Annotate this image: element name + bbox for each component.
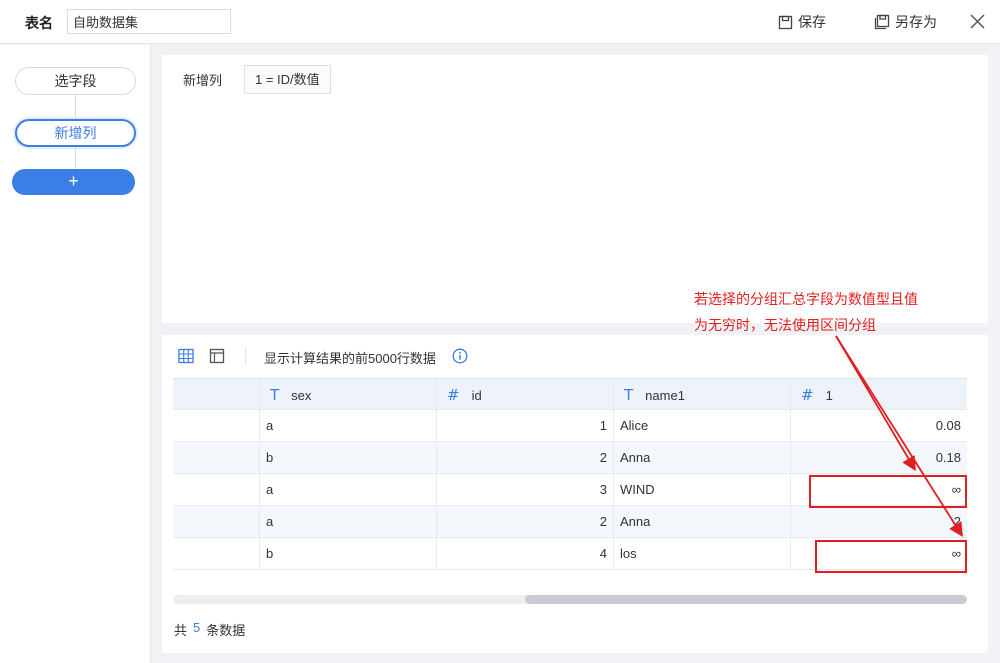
table-cell: Anna: [614, 506, 791, 538]
steps-sidebar: 选字段 新增列 +: [0, 45, 151, 663]
highlight-box: [809, 475, 967, 508]
number-type-icon: #: [801, 385, 814, 404]
table-view-icon[interactable]: [178, 348, 194, 364]
column-header-id[interactable]: # id: [437, 379, 614, 411]
column-header-label: id: [471, 387, 482, 403]
column-header-label: sex: [291, 387, 312, 403]
column-header-name1[interactable]: T name1: [614, 379, 791, 411]
table-cell: b: [260, 538, 437, 570]
column-header-sex[interactable]: T sex: [260, 379, 437, 411]
row-index-cell: [173, 538, 260, 570]
preview-row-limit-note: 显示计算结果的前5000行数据: [264, 351, 436, 366]
annotation-line: 若选择的分组汇总字段为数值型且值: [694, 291, 918, 307]
config-panel: 新增列 1 = ID/数值: [162, 55, 988, 323]
toolbar-divider: [245, 347, 246, 365]
step-select-fields[interactable]: 选字段: [15, 67, 136, 95]
column-header-label: 1: [825, 387, 833, 403]
table-row: b 2 Anna 0.18: [173, 442, 967, 474]
total-suffix: 条数据: [206, 623, 246, 638]
save-as-icon: [874, 14, 890, 30]
row-index-cell: [173, 442, 260, 474]
scrollbar-thumb[interactable]: [525, 595, 967, 604]
save-as-label: 另存为: [895, 14, 937, 30]
table-cell: a: [260, 410, 437, 442]
column-header-label: name1: [645, 387, 685, 403]
row-index-cell: [173, 410, 260, 442]
table-name-input[interactable]: [67, 9, 231, 34]
save-button[interactable]: 保存: [778, 12, 826, 32]
row-index-cell: [173, 506, 260, 538]
table-cell: WIND: [614, 474, 791, 506]
table-cell: a: [260, 506, 437, 538]
row-index-cell: [173, 474, 260, 506]
close-icon[interactable]: [969, 13, 986, 30]
table-header-row: T sex # id T name1 # 1: [173, 378, 967, 411]
text-type-icon: T: [270, 385, 280, 404]
table-cell: a: [260, 474, 437, 506]
table-cell: 0.08: [935, 418, 961, 433]
table-cell: 0.18: [935, 450, 961, 465]
horizontal-scrollbar[interactable]: [173, 595, 967, 604]
new-column-label: 新增列: [183, 73, 223, 88]
highlight-box: [815, 540, 967, 573]
formula-chip[interactable]: 1 = ID/数值: [244, 65, 331, 94]
layout-view-icon[interactable]: [209, 348, 225, 364]
table-cell: los: [614, 538, 791, 570]
column-header-1[interactable]: # 1: [791, 379, 967, 411]
step-add-column[interactable]: 新增列: [15, 119, 136, 147]
add-step-button[interactable]: +: [12, 169, 135, 195]
save-label: 保存: [798, 14, 826, 30]
annotation-note: 若选择的分组汇总字段为数值型且值 为无穷时，无法使用区间分组: [694, 286, 954, 338]
row-index-header: [173, 379, 260, 411]
table-cell: Alice: [614, 410, 791, 442]
save-icon: [778, 15, 793, 29]
table-cell: 3: [437, 474, 614, 506]
number-type-icon: #: [447, 385, 460, 404]
save-as-button[interactable]: 另存为: [874, 12, 937, 32]
table-cell: b: [260, 442, 437, 474]
table-name-label: 表名: [25, 15, 53, 31]
info-icon[interactable]: [452, 348, 468, 364]
table-cell: 4: [437, 538, 614, 570]
table-cell: 1: [437, 410, 614, 442]
table-cell: 2: [437, 506, 614, 538]
table-cell: Anna: [614, 442, 791, 474]
table-cell: 2: [437, 442, 614, 474]
step-connector: [75, 147, 76, 169]
total-count: 5: [193, 620, 201, 635]
top-bar: 表名 保存 另存为: [0, 0, 1000, 44]
total-prefix: 共: [174, 623, 188, 638]
table-row: a 1 Alice 0.08: [173, 410, 967, 442]
row-count-summary: 共 5 条数据: [174, 620, 245, 639]
step-connector: [75, 95, 76, 119]
table-row: a 2 Anna 2: [173, 506, 967, 538]
table-cell: 2: [953, 514, 961, 529]
annotation-line: 为无穷时，无法使用区间分组: [694, 317, 876, 333]
text-type-icon: T: [624, 385, 634, 404]
